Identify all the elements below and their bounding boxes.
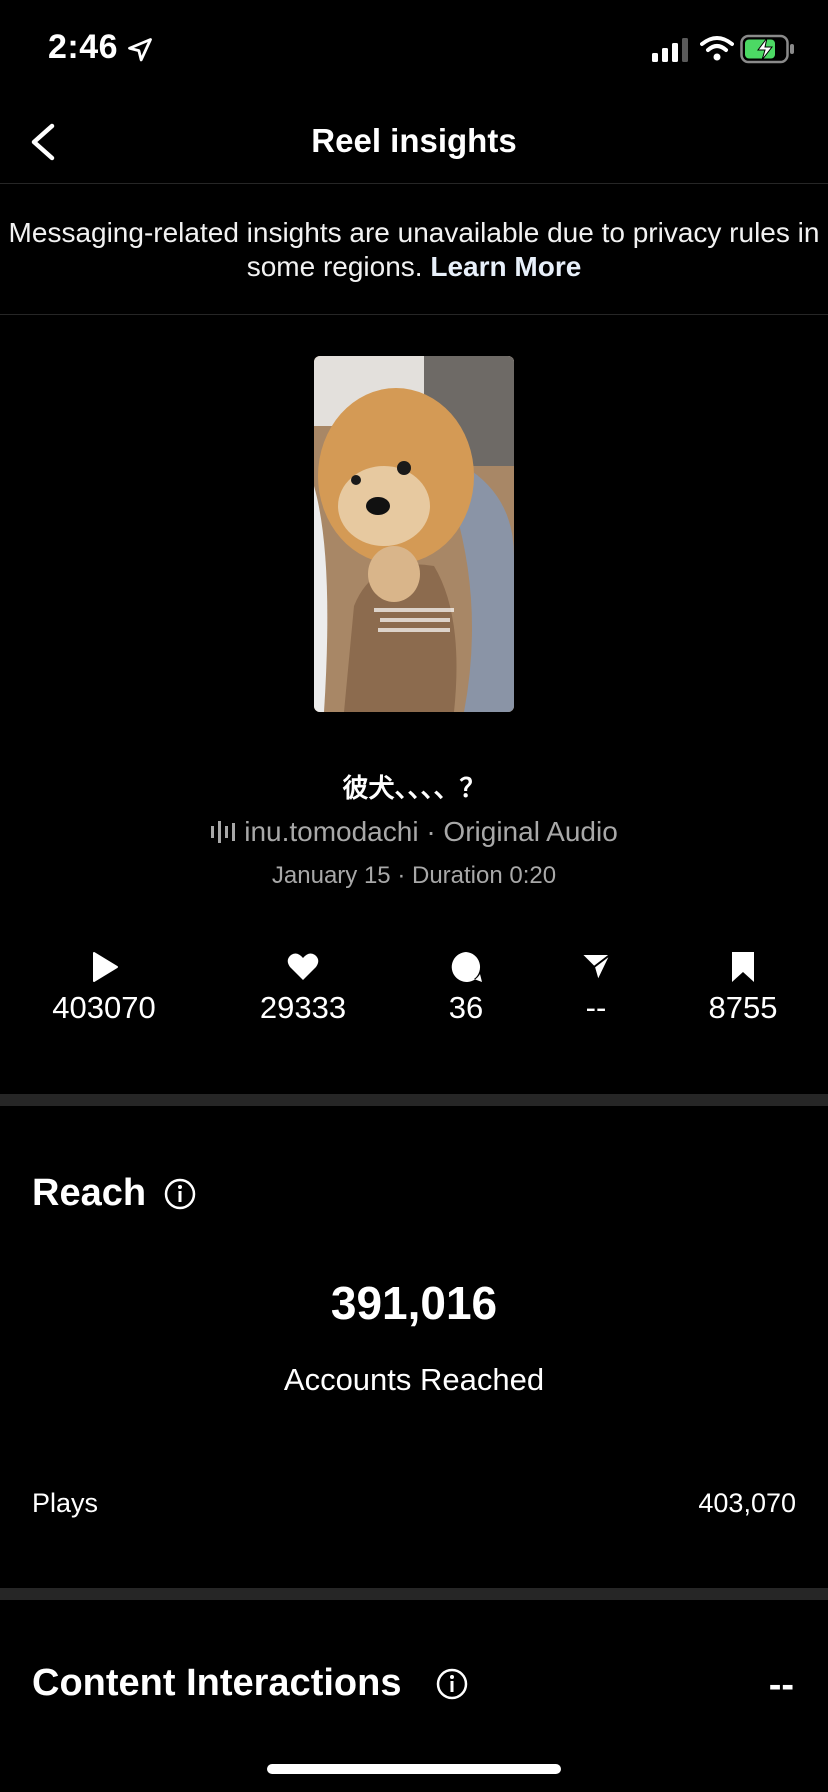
saves-count: 8755: [708, 990, 778, 1025]
home-indicator[interactable]: [267, 1764, 561, 1774]
notice-text: Messaging-related insights are unavailab…: [8, 217, 820, 282]
plays-row-value: 403,070: [698, 1488, 796, 1518]
battery-charging-icon: [740, 34, 794, 64]
reel-thumbnail[interactable]: [314, 356, 514, 712]
heart-icon: [287, 953, 319, 980]
accounts-reached-label: Accounts Reached: [283, 1362, 545, 1397]
stat-likes: 29333: [223, 950, 383, 1026]
nav-bar: Reel insights: [0, 100, 828, 184]
share-paper-plane-icon: [580, 953, 612, 982]
status-bar: 2:46: [0, 0, 828, 100]
section-divider: [0, 1588, 828, 1600]
status-time: 2:46: [48, 28, 119, 66]
comment-icon: [451, 952, 482, 982]
audio-label: inu.tomodachi · Original Audio: [244, 816, 618, 847]
plays-row-label: Plays: [32, 1488, 99, 1518]
plays-count: 403070: [52, 990, 156, 1025]
stat-shares: --: [516, 950, 676, 1026]
reel-caption: 彼犬、、、、？: [342, 773, 486, 803]
content-interactions-info-icon[interactable]: [436, 1668, 468, 1700]
section-divider: [0, 1094, 828, 1106]
bookmark-icon: [732, 952, 754, 982]
learn-more-link[interactable]: Learn More: [430, 251, 581, 282]
shares-count: --: [585, 990, 607, 1025]
accounts-reached-value: 391,016: [330, 1277, 498, 1329]
reach-heading: Reach: [32, 1172, 147, 1214]
privacy-notice: Messaging-related insights are unavailab…: [0, 184, 828, 315]
cellular-signal-icon: [652, 38, 688, 62]
audio-waveform-icon: [211, 821, 236, 843]
content-interactions-heading: Content Interactions: [32, 1662, 402, 1704]
stat-saves: 8755: [663, 950, 823, 1026]
page-title: Reel insights: [311, 122, 517, 159]
likes-count: 29333: [259, 990, 347, 1025]
reel-meta: January 15 · Duration 0:20: [271, 862, 557, 889]
play-icon: [93, 952, 118, 982]
content-interactions-value: --: [768, 1664, 794, 1706]
location-arrow-icon: [128, 38, 152, 62]
stat-plays: 403070: [24, 950, 184, 1026]
reach-info-icon[interactable]: [164, 1178, 196, 1210]
wifi-icon: [700, 36, 734, 61]
audio-info[interactable]: inu.tomodachi · Original Audio: [0, 816, 828, 848]
